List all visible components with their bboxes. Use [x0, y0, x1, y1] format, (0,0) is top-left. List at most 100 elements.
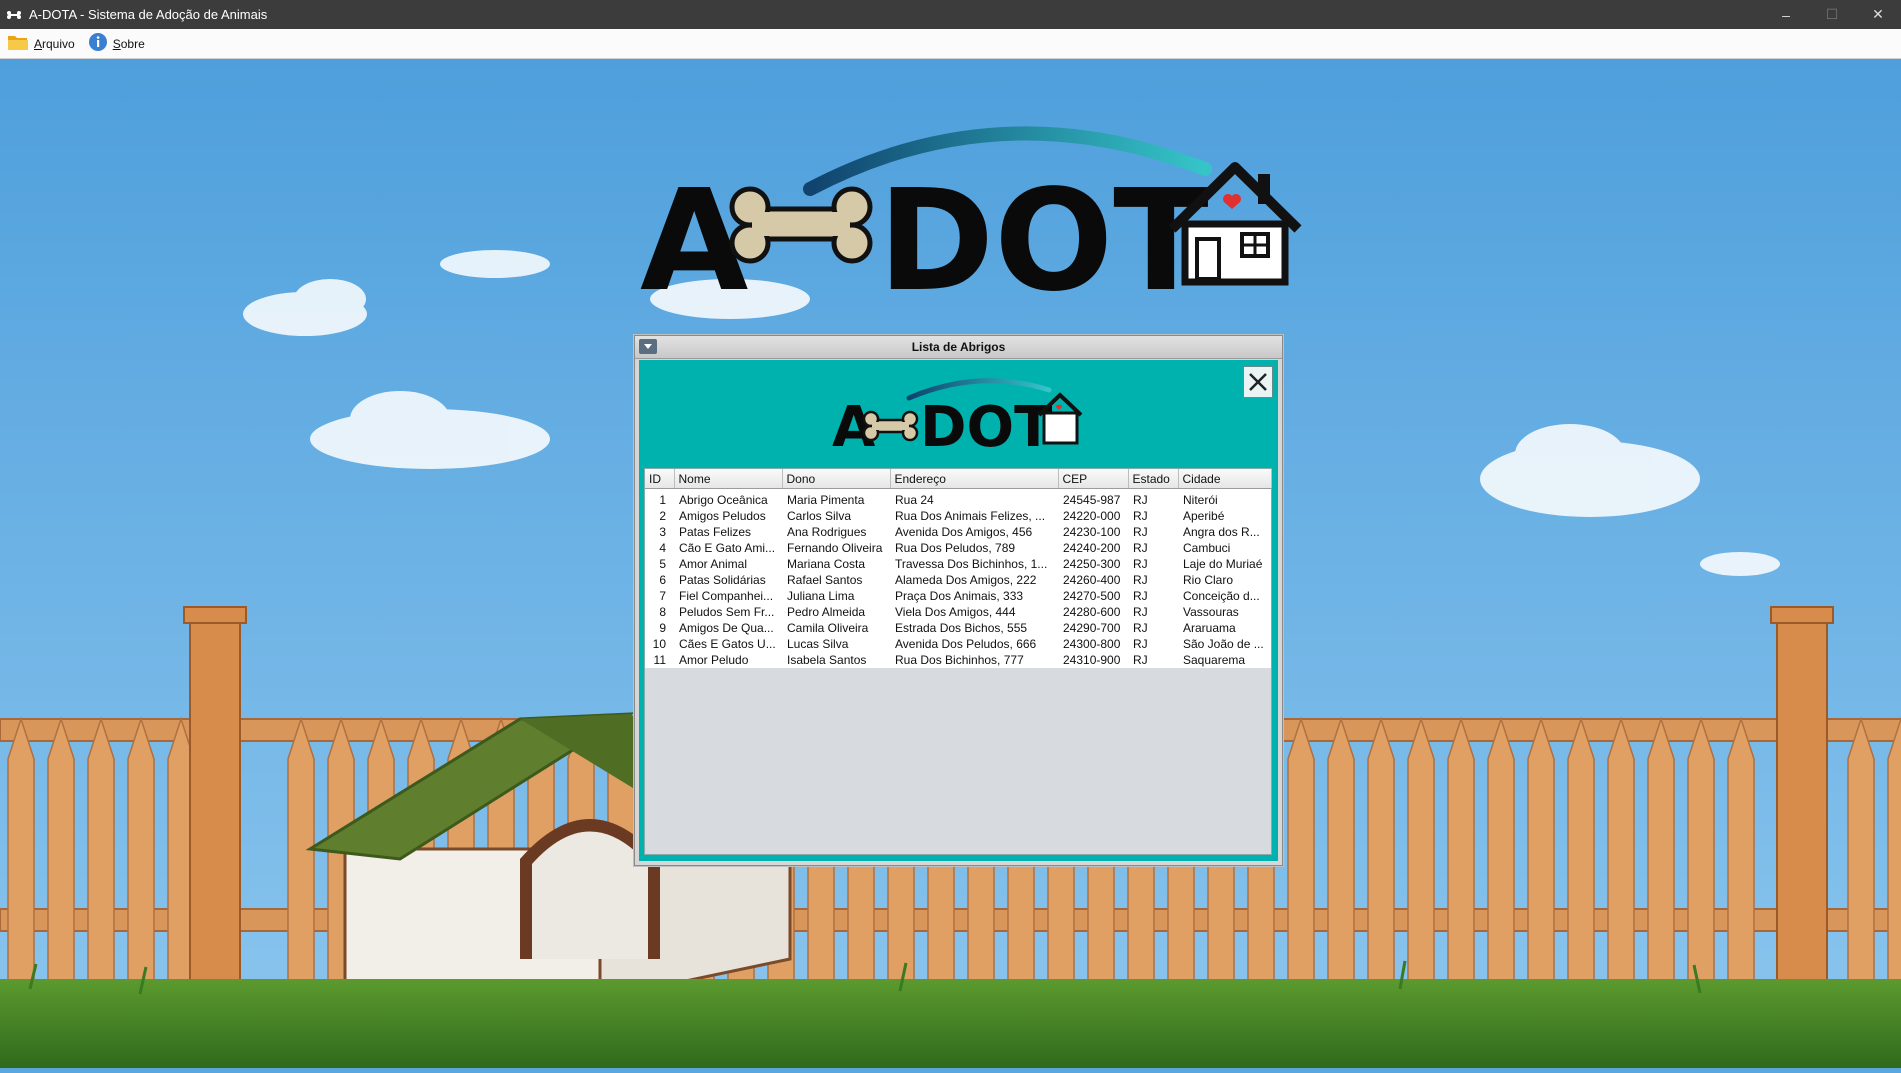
table-row[interactable]: 8 Peludos Sem Fr... Pedro Almeida Viela Dos… [645, 604, 1271, 620]
cell-endereco: Rua Dos Bichinhos, 777 [890, 652, 1058, 668]
cell-cidade: Laje do Muriaé [1178, 556, 1271, 572]
cell-nome: Cães E Gatos U... [674, 636, 782, 652]
column-header-id[interactable]: ID [645, 469, 675, 489]
cell-cidade: Niterói [1178, 492, 1271, 508]
cell-endereco: Rua 24 [890, 492, 1058, 508]
close-window-button[interactable]: ✕ [1855, 0, 1901, 29]
cell-nome: Amigos De Qua... [674, 620, 782, 636]
cell-cidade: Conceição d... [1178, 588, 1271, 604]
table-row[interactable]: 1 Abrigo Oceânica Maria Pimenta Rua 24 24545… [645, 492, 1271, 508]
minimize-button[interactable]: – [1763, 0, 1809, 29]
cell-cep: 24545-987 [1058, 492, 1128, 508]
svg-text:DOT: DOT [920, 395, 1052, 460]
column-header-dono[interactable]: Dono [782, 469, 891, 489]
cell-id: 5 [645, 556, 674, 572]
table-row[interactable]: 11 Amor Peludo Isabela Santos Rua Dos Bichi… [645, 652, 1271, 668]
close-icon [1249, 373, 1267, 391]
cell-cep: 24230-100 [1058, 524, 1128, 540]
svg-text:DOT: DOT [878, 160, 1209, 323]
cell-cidade: Aperibé [1178, 508, 1271, 524]
table-row[interactable]: 2 Amigos Peludos Carlos Silva Rua Dos Anima… [645, 508, 1271, 524]
folder-icon [7, 33, 29, 54]
menu-bar: Arquivo Sobre [0, 29, 1901, 59]
column-header-cep[interactable]: CEP [1058, 469, 1129, 489]
shelter-table[interactable]: ID Nome Dono Endereço CEP Estado Cidade … [645, 469, 1272, 668]
menu-arquivo-label: Arquivo [34, 36, 75, 51]
cell-estado: RJ [1128, 588, 1178, 604]
shelter-list-window: Lista de Abrigos A DOT ID Nome Dono Ende… [634, 335, 1283, 866]
cell-endereco: Rua Dos Animais Felizes, ... [890, 508, 1058, 524]
cell-id: 6 [645, 572, 674, 588]
cell-nome: Fiel Companhei... [674, 588, 782, 604]
cell-dono: Rafael Santos [782, 572, 890, 588]
table-row[interactable]: 6 Patas Solidárias Rafael Santos Alameda Do… [645, 572, 1271, 588]
cell-estado: RJ [1128, 524, 1178, 540]
cell-id: 11 [645, 652, 674, 668]
cell-endereco: Alameda Dos Amigos, 222 [890, 572, 1058, 588]
cell-cidade: Saquarema [1178, 652, 1271, 668]
cell-estado: RJ [1128, 508, 1178, 524]
cell-id: 8 [645, 604, 674, 620]
cell-nome: Amigos Peludos [674, 508, 782, 524]
dialog-logo: A DOT [832, 378, 1083, 460]
window-menu-icon[interactable] [639, 339, 657, 354]
cell-nome: Amor Peludo [674, 652, 782, 668]
cell-cep: 24250-300 [1058, 556, 1128, 572]
cell-estado: RJ [1128, 620, 1178, 636]
table-row[interactable]: 9 Amigos De Qua... Camila Oliveira Estrada … [645, 620, 1271, 636]
shelter-list-title-bar[interactable]: Lista de Abrigos [635, 336, 1282, 359]
cell-dono: Camila Oliveira [782, 620, 890, 636]
cell-nome: Patas Felizes [674, 524, 782, 540]
cell-dono: Juliana Lima [782, 588, 890, 604]
cell-id: 7 [645, 588, 674, 604]
column-header-nome[interactable]: Nome [674, 469, 783, 489]
table-row[interactable]: 4 Cão E Gato Ami... Fernando Oliveira Rua D… [645, 540, 1271, 556]
close-dialog-button[interactable] [1243, 366, 1273, 398]
cell-estado: RJ [1128, 556, 1178, 572]
table-row[interactable]: 7 Fiel Companhei... Juliana Lima Praça Dos … [645, 588, 1271, 604]
window-title-bar: A-DOTA - Sistema de Adoção de Animais – … [0, 0, 1901, 29]
cell-nome: Cão E Gato Ami... [674, 540, 782, 556]
cell-dono: Ana Rodrigues [782, 524, 890, 540]
cell-cep: 24220-000 [1058, 508, 1128, 524]
menu-arquivo[interactable]: Arquivo [0, 29, 81, 58]
cell-dono: Mariana Costa [782, 556, 890, 572]
cell-endereco: Estrada Dos Bichos, 555 [890, 620, 1058, 636]
info-icon [88, 32, 108, 55]
cell-cidade: Araruama [1178, 620, 1271, 636]
cell-endereco: Praça Dos Animais, 333 [890, 588, 1058, 604]
cell-endereco: Avenida Dos Peludos, 666 [890, 636, 1058, 652]
cell-endereco: Travessa Dos Bichinhos, 1... [890, 556, 1058, 572]
cell-estado: RJ [1128, 572, 1178, 588]
cell-nome: Peludos Sem Fr... [674, 604, 782, 620]
window-title: A-DOTA - Sistema de Adoção de Animais [29, 7, 268, 22]
cell-cep: 24280-600 [1058, 604, 1128, 620]
shelter-table-panel[interactable]: ID Nome Dono Endereço CEP Estado Cidade … [644, 468, 1272, 855]
cell-endereco: Avenida Dos Amigos, 456 [890, 524, 1058, 540]
column-header-cidade[interactable]: Cidade [1178, 469, 1272, 489]
cell-cidade: Vassouras [1178, 604, 1271, 620]
cell-id: 10 [645, 636, 674, 652]
table-row[interactable]: 5 Amor Animal Mariana Costa Travessa Dos Bi… [645, 556, 1271, 572]
cell-cep: 24310-900 [1058, 652, 1128, 668]
table-row[interactable]: 3 Patas Felizes Ana Rodrigues Avenida Dos A… [645, 524, 1271, 540]
app-icon [7, 7, 23, 23]
cell-cidade: Rio Claro [1178, 572, 1271, 588]
cell-dono: Carlos Silva [782, 508, 890, 524]
cell-estado: RJ [1128, 540, 1178, 556]
cell-cep: 24260-400 [1058, 572, 1128, 588]
maximize-button[interactable]: ☐ [1809, 0, 1855, 29]
cell-cep: 24300-800 [1058, 636, 1128, 652]
cell-estado: RJ [1128, 636, 1178, 652]
cell-id: 9 [645, 620, 674, 636]
main-logo: A DOT [640, 126, 1302, 323]
cell-nome: Amor Animal [674, 556, 782, 572]
column-header-estado[interactable]: Estado [1128, 469, 1179, 489]
column-header-endereco[interactable]: Endereço [890, 469, 1059, 489]
table-row[interactable]: 10 Cães E Gatos U... Lucas Silva Avenida Do… [645, 636, 1271, 652]
cell-id: 3 [645, 524, 674, 540]
cell-id: 1 [645, 492, 674, 508]
cell-dono: Lucas Silva [782, 636, 890, 652]
cell-cep: 24240-200 [1058, 540, 1128, 556]
menu-sobre[interactable]: Sobre [81, 29, 151, 58]
